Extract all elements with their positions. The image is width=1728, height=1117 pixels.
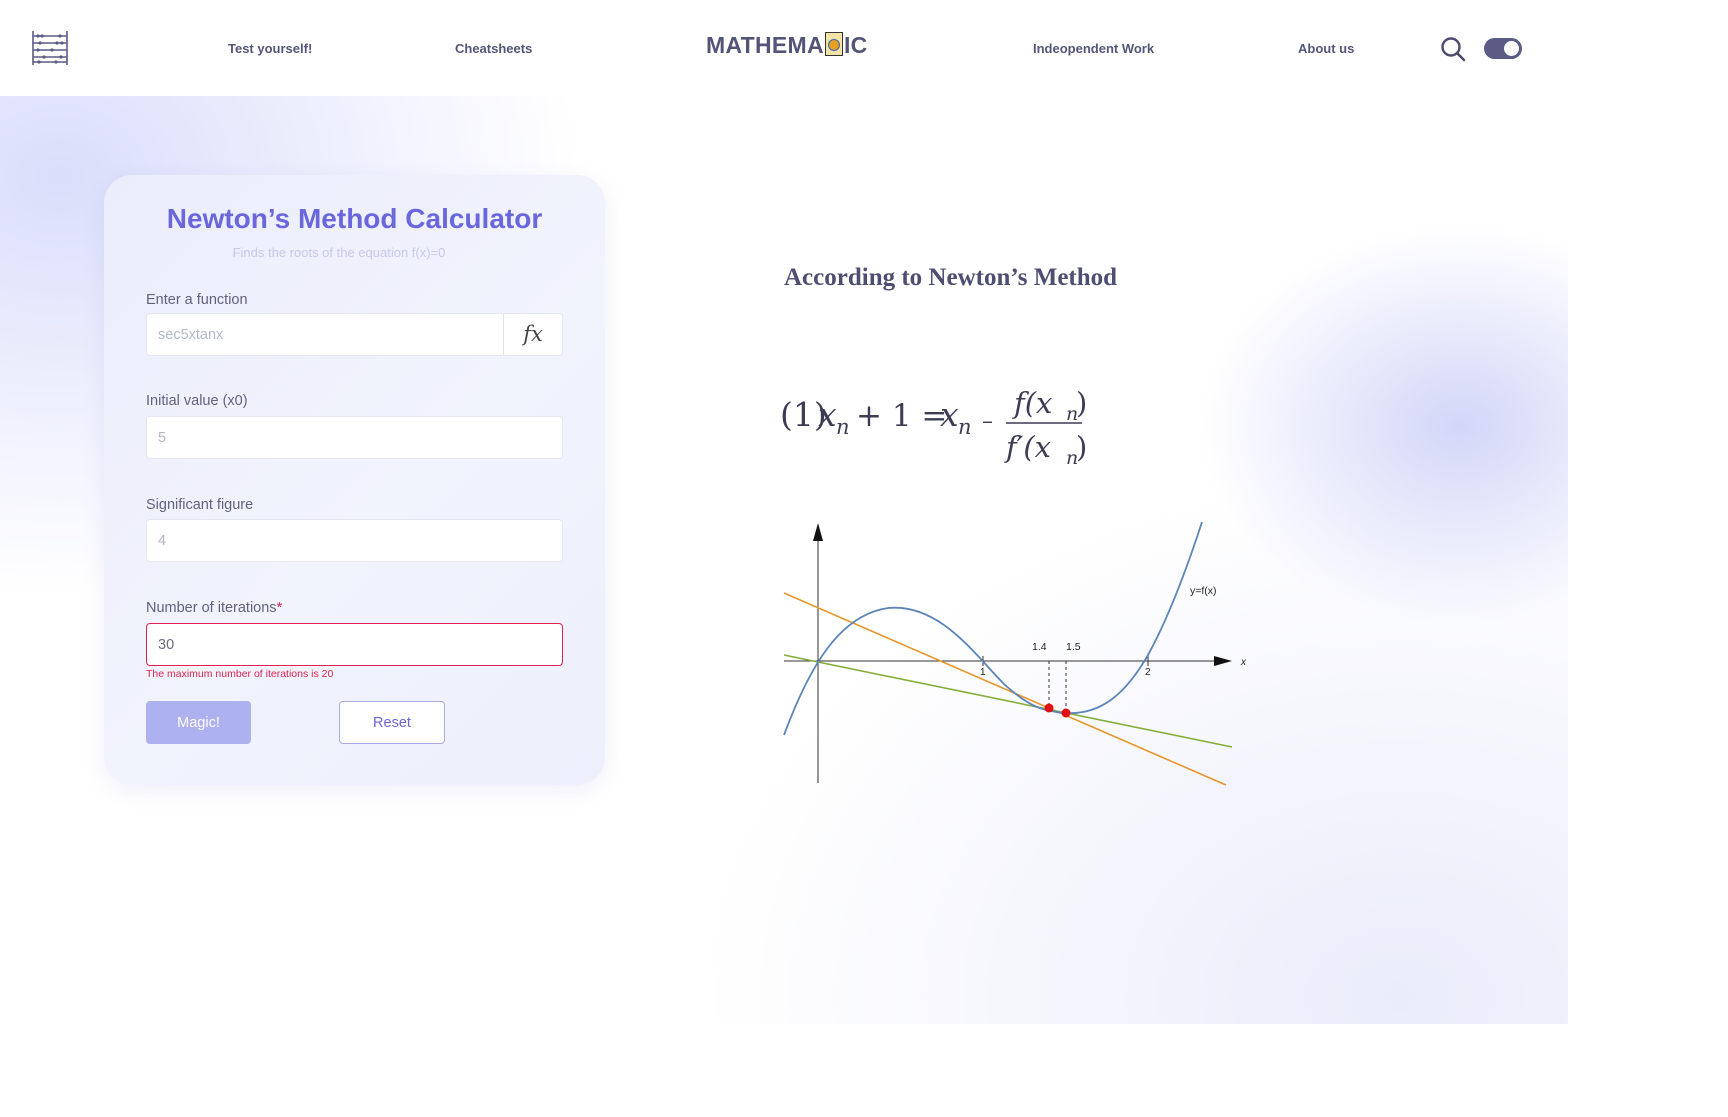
- function-input[interactable]: [146, 313, 504, 356]
- required-mark: *: [276, 600, 283, 616]
- formula-denominator: f′(x: [1004, 430, 1051, 464]
- formula-numerator: f(x: [1012, 386, 1052, 420]
- significant-figure-label: Significant figure: [146, 497, 254, 513]
- iterations-label-text: Number of iterations: [146, 600, 277, 616]
- significant-figure-input[interactable]: [146, 519, 563, 562]
- tick-label-2: 2: [1145, 667, 1151, 678]
- y-axis-arrow: [813, 523, 823, 541]
- logo-magic-icon: [824, 32, 843, 56]
- calculator-subtitle: Finds the roots of the equation f(x)=0: [232, 245, 446, 260]
- reset-button[interactable]: Reset: [339, 701, 445, 744]
- calculator-card: [104, 175, 605, 785]
- initial-value-input[interactable]: [146, 416, 563, 459]
- formula-denominator-close: ): [1076, 430, 1087, 464]
- top-navbar: Test yourself! Cheatsheets MATHEMA IC Ind…: [0, 0, 1568, 96]
- nav-cheatsheets[interactable]: Cheatsheets: [455, 41, 532, 56]
- nav-about-us[interactable]: About us: [1298, 41, 1354, 56]
- tick-label-1: 1: [980, 667, 986, 678]
- nav-test-yourself[interactable]: Test yourself!: [228, 41, 312, 56]
- tangent-line-orange: [783, 592, 1227, 786]
- calculator-title: Newton’s Method Calculator: [166, 203, 543, 234]
- iteration-point-2: [1061, 708, 1071, 718]
- formula-numerator-close: ): [1076, 386, 1087, 420]
- curve-label: y=f(x): [1190, 585, 1217, 597]
- function-label: Enter a function: [146, 292, 248, 308]
- formula-lhs-var: x: [818, 395, 837, 434]
- x-axis-arrow: [1214, 656, 1232, 666]
- tangent-line-green: [783, 654, 1233, 748]
- method-heading: According to Newton’s Method: [784, 264, 1118, 291]
- magic-button[interactable]: Magic!: [146, 701, 251, 744]
- iterations-label: Number of iterations*: [146, 600, 282, 616]
- logo-text-left: MATHEMA: [706, 32, 824, 58]
- newton-method-graph: x 1 2 1.4 1.5 y=f(x): [783, 521, 1247, 786]
- logo-text-right: IC: [843, 32, 868, 58]
- iterations-input[interactable]: [146, 623, 563, 666]
- formula-rhs-var: x: [940, 395, 959, 434]
- tick-label-1-5: 1.5: [1066, 641, 1081, 653]
- formula-plus-one: + 1 =: [856, 398, 947, 434]
- search-icon[interactable]: [1440, 36, 1466, 62]
- tick-label-1-4: 1.4: [1032, 641, 1047, 653]
- function-curve: [783, 521, 1203, 736]
- iterations-error: The maximum number of iterations is 20: [146, 668, 334, 680]
- theme-toggle[interactable]: [1484, 38, 1522, 59]
- newton-formula: (1) x n + 1 = x n – f(x n ) f′(x n ): [780, 386, 1087, 469]
- nav-independent-work[interactable]: Indeopendent Work: [1033, 41, 1154, 56]
- formula-lhs-sub: n: [836, 415, 850, 439]
- formula-rhs-sub: n: [958, 415, 972, 439]
- abacus-icon[interactable]: [30, 29, 70, 67]
- formula-minus: –: [982, 409, 993, 434]
- x-axis-label: x: [1240, 657, 1247, 668]
- toggle-knob: [1504, 41, 1519, 56]
- site-logo[interactable]: MATHEMA IC: [706, 32, 868, 59]
- initial-value-label: Initial value (x0): [146, 393, 248, 409]
- fx-button[interactable]: 𝑓𝑥: [503, 313, 563, 356]
- iteration-point-1: [1044, 703, 1054, 713]
